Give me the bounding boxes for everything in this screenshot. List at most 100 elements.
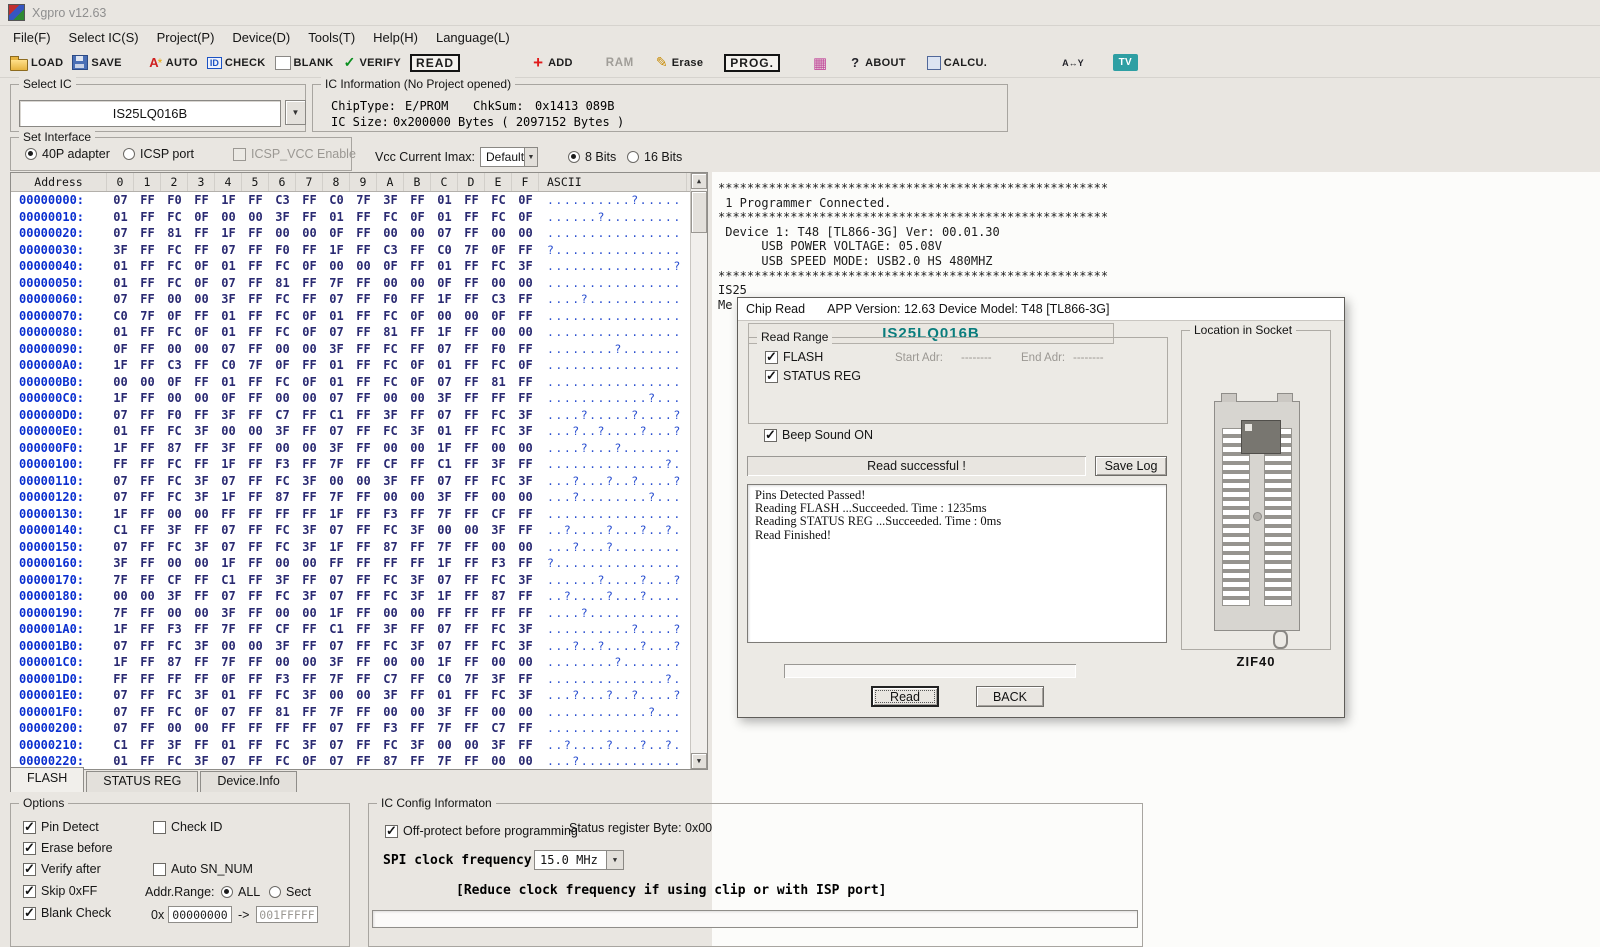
- hex-byte-cell[interactable]: 00: [404, 655, 431, 669]
- hex-byte-cell[interactable]: FF: [404, 622, 431, 636]
- hex-byte-cell[interactable]: 07: [431, 573, 458, 587]
- hex-byte-cell[interactable]: FF: [188, 243, 215, 257]
- scroll-down-button[interactable]: ▼: [691, 753, 707, 769]
- hex-byte-cell[interactable]: 3F: [512, 622, 539, 636]
- hex-byte-cell[interactable]: 0F: [107, 342, 134, 356]
- hex-byte-cell[interactable]: FF: [134, 391, 161, 405]
- hex-byte-cell[interactable]: C1: [323, 408, 350, 422]
- hex-byte-cell[interactable]: FF: [377, 556, 404, 570]
- toolbar-about-button[interactable]: ABOUT: [848, 51, 906, 75]
- hex-byte-cell[interactable]: C0: [323, 193, 350, 207]
- hex-byte-cell[interactable]: 01: [323, 358, 350, 372]
- hex-byte-cell[interactable]: FC: [269, 589, 296, 603]
- hex-byte-cell[interactable]: F3: [377, 721, 404, 735]
- hex-byte-cell[interactable]: FF: [242, 655, 269, 669]
- toolbar-calcu-button[interactable]: CALCU.: [927, 51, 987, 75]
- hex-byte-cell[interactable]: FC: [485, 193, 512, 207]
- hex-byte-cell[interactable]: FF: [404, 688, 431, 702]
- hex-byte-cell[interactable]: FF: [242, 754, 269, 768]
- hex-byte-cell[interactable]: FF: [134, 523, 161, 537]
- hex-byte-cell[interactable]: 7F: [431, 721, 458, 735]
- hex-byte-cell[interactable]: FF: [350, 490, 377, 504]
- hex-byte-cell[interactable]: 1F: [107, 441, 134, 455]
- hex-byte-cell[interactable]: 07: [431, 622, 458, 636]
- hex-byte-cell[interactable]: CF: [269, 622, 296, 636]
- hex-byte-cell[interactable]: 3F: [485, 457, 512, 471]
- hex-byte-cell[interactable]: 3F: [107, 243, 134, 257]
- hex-byte-cell[interactable]: 1F: [107, 358, 134, 372]
- hex-byte-cell[interactable]: FF: [134, 226, 161, 240]
- hex-byte-cell[interactable]: FF: [242, 573, 269, 587]
- hex-byte-cell[interactable]: 7F: [431, 754, 458, 768]
- hex-byte-cell[interactable]: FF: [458, 754, 485, 768]
- hex-byte-cell[interactable]: 7F: [350, 193, 377, 207]
- hex-byte-cell[interactable]: FF: [404, 408, 431, 422]
- checkbox-skip-0xff[interactable]: Skip 0xFF: [23, 884, 97, 898]
- hex-byte-cell[interactable]: FC: [377, 375, 404, 389]
- hex-byte-cell[interactable]: 00: [512, 276, 539, 290]
- hex-byte-cell[interactable]: 00: [404, 226, 431, 240]
- hex-byte-cell[interactable]: FF: [458, 292, 485, 306]
- hex-byte-cell[interactable]: 01: [107, 325, 134, 339]
- hex-byte-cell[interactable]: 0F: [377, 259, 404, 273]
- hex-byte-cell[interactable]: 00: [161, 292, 188, 306]
- hex-byte-cell[interactable]: 00: [485, 655, 512, 669]
- hex-byte-cell[interactable]: 00: [485, 540, 512, 554]
- hex-byte-cell[interactable]: FF: [188, 375, 215, 389]
- hex-byte-cell[interactable]: 81: [485, 375, 512, 389]
- hex-byte-cell[interactable]: FF: [350, 655, 377, 669]
- hex-byte-cell[interactable]: FF: [296, 276, 323, 290]
- hex-byte-cell[interactable]: FF: [134, 342, 161, 356]
- hex-byte-cell[interactable]: 3F: [512, 639, 539, 653]
- hex-byte-cell[interactable]: 3F: [107, 556, 134, 570]
- hex-byte-cell[interactable]: 00: [134, 375, 161, 389]
- hex-byte-cell[interactable]: 3F: [377, 688, 404, 702]
- hex-byte-cell[interactable]: 00: [269, 391, 296, 405]
- hex-byte-cell[interactable]: FF: [512, 375, 539, 389]
- hex-byte-cell[interactable]: 00: [296, 391, 323, 405]
- hex-byte-cell[interactable]: 3F: [512, 259, 539, 273]
- hex-byte-cell[interactable]: 00: [269, 342, 296, 356]
- hex-byte-cell[interactable]: 01: [431, 424, 458, 438]
- menu-helph[interactable]: Help(H): [364, 28, 427, 47]
- hex-byte-cell[interactable]: FF: [242, 705, 269, 719]
- hex-byte-cell[interactable]: FC: [377, 358, 404, 372]
- hex-byte-cell[interactable]: 01: [107, 754, 134, 768]
- hex-byte-cell[interactable]: 00: [431, 523, 458, 537]
- hex-byte-cell[interactable]: FF: [134, 556, 161, 570]
- hex-byte-cell[interactable]: FF: [134, 540, 161, 554]
- hex-byte-cell[interactable]: FF: [242, 721, 269, 735]
- toolbar-read-button[interactable]: READ: [410, 51, 460, 75]
- hex-byte-cell[interactable]: 00: [161, 391, 188, 405]
- hex-byte-cell[interactable]: 3F: [188, 754, 215, 768]
- hex-byte-cell[interactable]: FF: [296, 639, 323, 653]
- hex-byte-cell[interactable]: 00: [161, 721, 188, 735]
- hex-byte-cell[interactable]: FF: [242, 589, 269, 603]
- hex-byte-cell[interactable]: FF: [134, 325, 161, 339]
- hex-byte-cell[interactable]: FF: [134, 490, 161, 504]
- hex-byte-cell[interactable]: FF: [404, 259, 431, 273]
- hex-byte-cell[interactable]: 00: [485, 490, 512, 504]
- hex-byte-cell[interactable]: FF: [512, 672, 539, 686]
- back-button[interactable]: BACK: [976, 686, 1044, 707]
- hex-byte-cell[interactable]: 3F: [188, 474, 215, 488]
- hex-byte-cell[interactable]: 7F: [107, 606, 134, 620]
- hex-byte-cell[interactable]: C0: [215, 358, 242, 372]
- hex-byte-cell[interactable]: 0F: [404, 375, 431, 389]
- hex-byte-cell[interactable]: FF: [242, 457, 269, 471]
- hex-byte-cell[interactable]: FF: [350, 391, 377, 405]
- hex-byte-cell[interactable]: 81: [377, 325, 404, 339]
- hex-byte-cell[interactable]: 00: [377, 705, 404, 719]
- hex-byte-cell[interactable]: FF: [242, 276, 269, 290]
- hex-byte-cell[interactable]: 07: [323, 589, 350, 603]
- hex-byte-cell[interactable]: 00: [485, 705, 512, 719]
- toolbar-ictest-button[interactable]: [813, 51, 827, 75]
- hex-byte-cell[interactable]: FF: [350, 342, 377, 356]
- hex-byte-cell[interactable]: FC: [269, 375, 296, 389]
- hex-byte-cell[interactable]: FC: [161, 276, 188, 290]
- hex-byte-cell[interactable]: 00: [458, 309, 485, 323]
- hex-byte-cell[interactable]: FF: [242, 672, 269, 686]
- hex-byte-cell[interactable]: FF: [458, 507, 485, 521]
- hex-byte-cell[interactable]: C7: [485, 721, 512, 735]
- hex-byte-cell[interactable]: FC: [161, 457, 188, 471]
